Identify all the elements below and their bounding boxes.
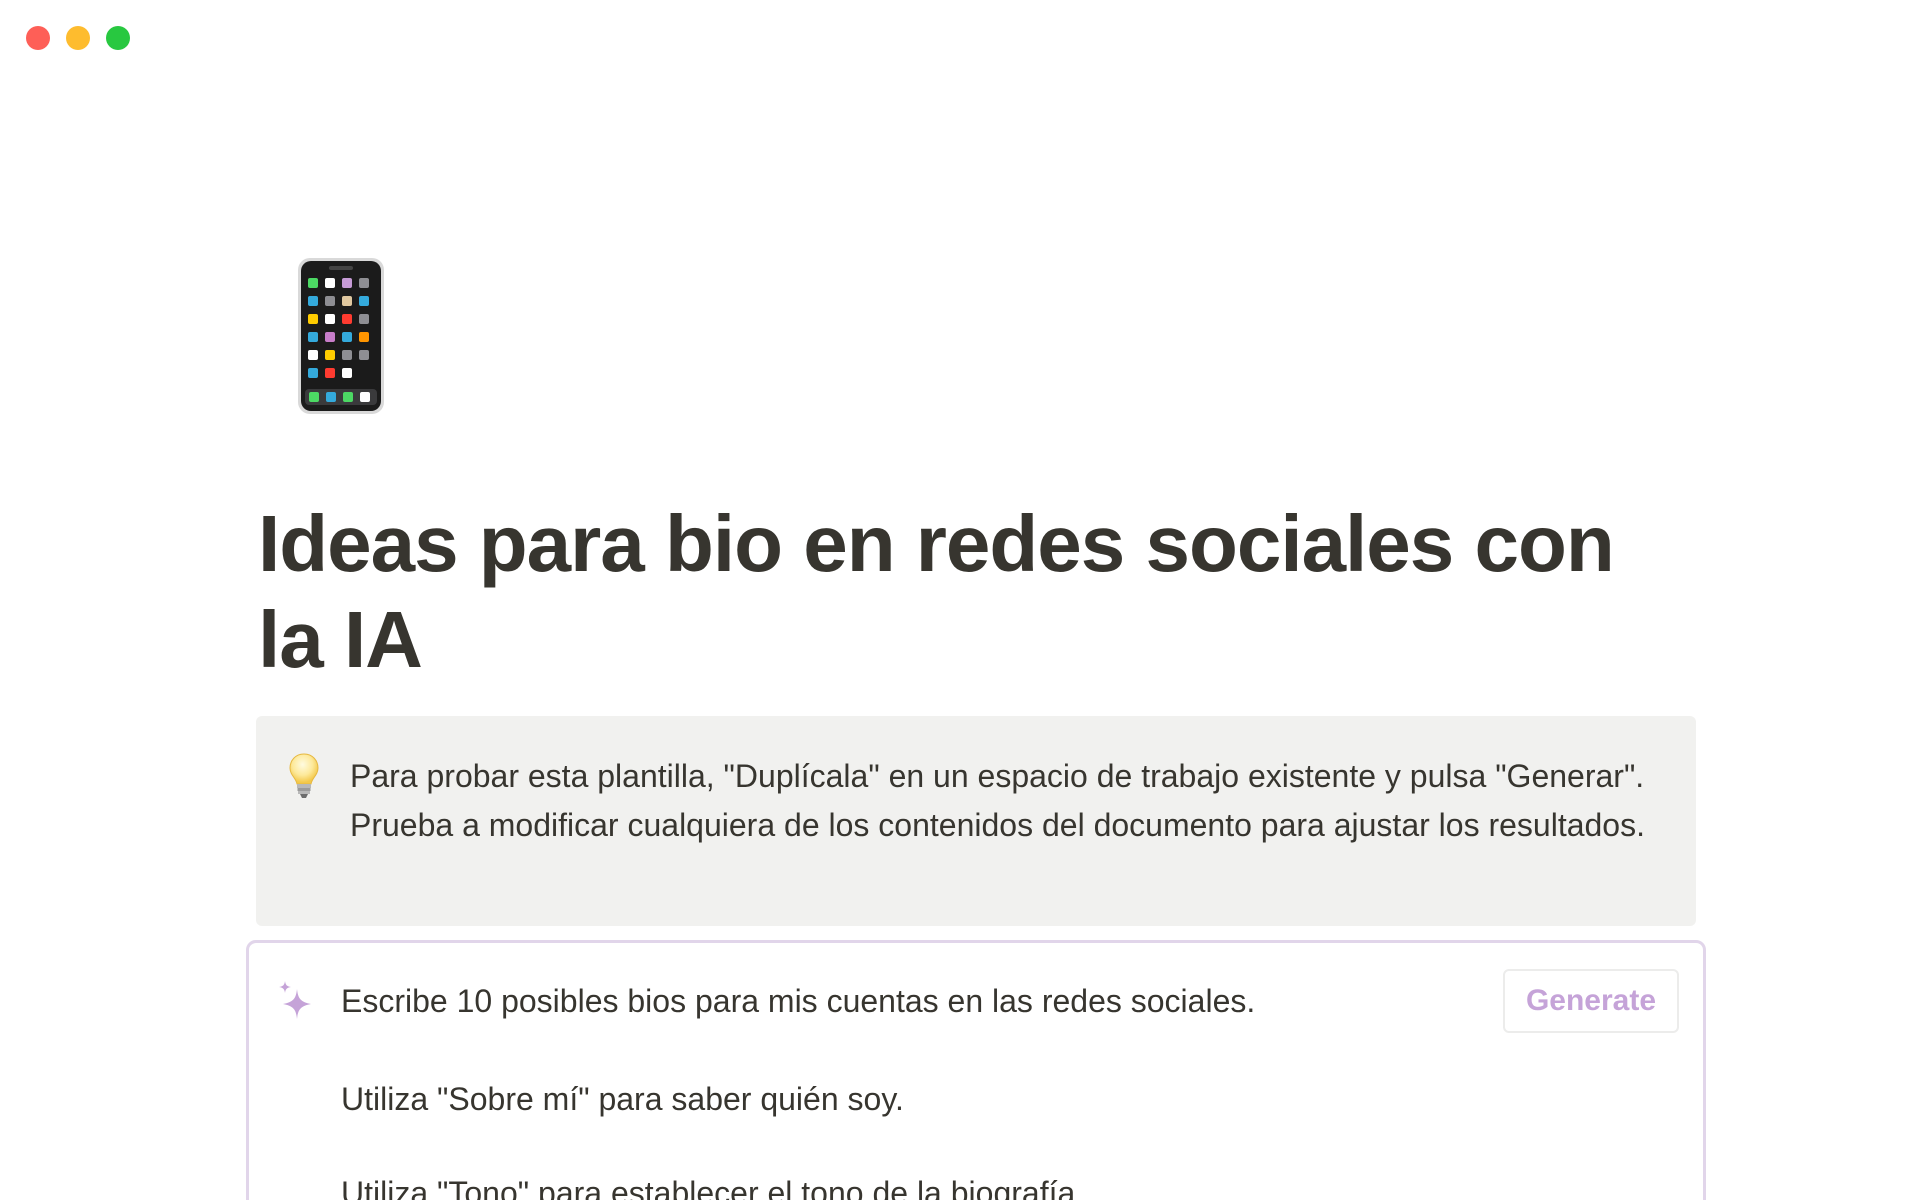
close-window-button[interactable]: [26, 26, 50, 50]
window-controls: [26, 26, 130, 50]
prompt-line[interactable]: Utiliza "Tono" para establecer el tono d…: [341, 1173, 1084, 1200]
prompt-line[interactable]: Utiliza "Sobre mí" para saber quién soy.: [341, 1079, 904, 1119]
maximize-window-button[interactable]: [106, 26, 130, 50]
mobile-phone-icon[interactable]: [296, 256, 386, 416]
callout-block[interactable]: Para probar esta plantilla, "Duplícala" …: [256, 716, 1696, 926]
sparkle-icon: [277, 979, 313, 1021]
page-title[interactable]: Ideas para bio en redes sociales con la …: [258, 496, 1698, 688]
generate-button[interactable]: Generate: [1503, 969, 1679, 1033]
minimize-window-button[interactable]: [66, 26, 90, 50]
prompt-line[interactable]: Escribe 10 posibles bios para mis cuenta…: [341, 981, 1255, 1021]
callout-text[interactable]: Para probar esta plantilla, "Duplícala" …: [350, 752, 1650, 850]
ai-prompt-block[interactable]: Escribe 10 posibles bios para mis cuenta…: [246, 940, 1706, 1200]
light-bulb-icon[interactable]: [288, 752, 320, 800]
